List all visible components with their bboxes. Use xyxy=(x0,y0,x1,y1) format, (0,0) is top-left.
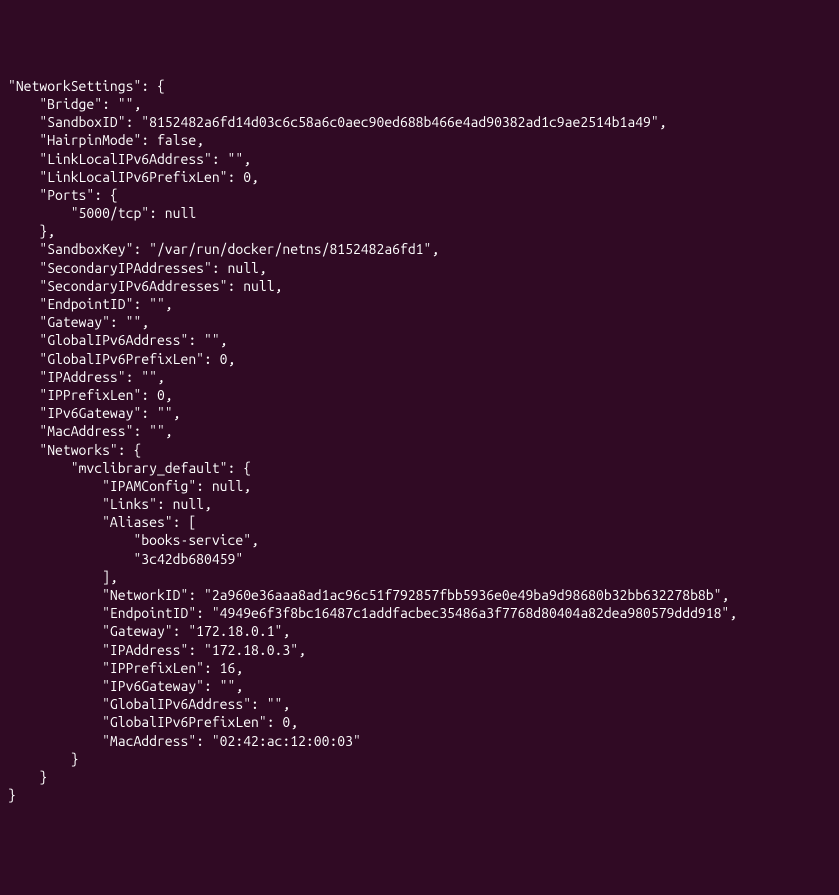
terminal-output[interactable]: "NetworkSettings": { "Bridge": "", "Sand… xyxy=(8,77,831,805)
